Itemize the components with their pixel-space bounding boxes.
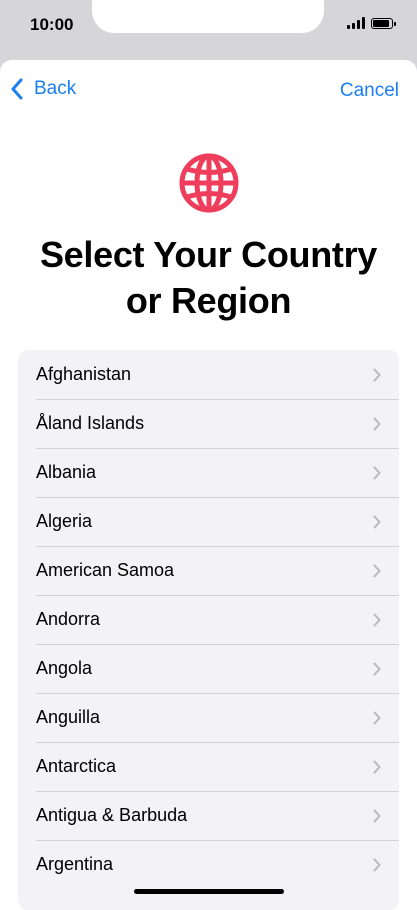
chevron-right-icon bbox=[373, 809, 381, 823]
status-icons bbox=[347, 16, 396, 30]
chevron-right-icon bbox=[373, 417, 381, 431]
country-row[interactable]: Angola bbox=[18, 644, 399, 693]
chevron-right-icon bbox=[373, 368, 381, 382]
status-time: 10:00 bbox=[30, 15, 74, 34]
country-row[interactable]: Albania bbox=[18, 448, 399, 497]
country-label: Afghanistan bbox=[36, 364, 132, 384]
title-line-1: Select Your Country bbox=[39, 234, 378, 275]
battery-icon bbox=[371, 17, 396, 29]
home-indicator[interactable] bbox=[134, 889, 284, 894]
chevron-right-icon bbox=[373, 466, 381, 480]
country-label: Albania bbox=[36, 462, 97, 482]
country-row[interactable]: Afghanistan bbox=[18, 350, 399, 399]
country-label: American Samoa bbox=[36, 560, 175, 580]
page-title: Select Your Country or Region bbox=[0, 232, 417, 324]
chevron-right-icon bbox=[373, 711, 381, 725]
country-label: Antigua & Barbuda bbox=[36, 805, 188, 825]
country-label: Angola bbox=[36, 658, 93, 678]
cancel-button[interactable]: Cancel bbox=[340, 80, 399, 102]
chevron-right-icon bbox=[373, 515, 381, 529]
country-label: Antarctica bbox=[36, 756, 117, 776]
country-list[interactable]: Afghanistan Åland Islands Albania Algeria Am… bbox=[18, 350, 399, 910]
back-button[interactable]: Back bbox=[10, 78, 76, 100]
status-bar: 10:00 bbox=[0, 0, 417, 50]
cellular-signal-icon bbox=[347, 17, 365, 29]
chevron-right-icon bbox=[373, 760, 381, 774]
country-label: Andorra bbox=[36, 609, 101, 629]
country-row[interactable]: Åland Islands bbox=[18, 399, 399, 448]
country-row[interactable]: Antarctica bbox=[18, 742, 399, 791]
country-row[interactable]: Antigua & Barbuda bbox=[18, 791, 399, 840]
chevron-left-icon bbox=[11, 78, 23, 100]
back-label: Back bbox=[34, 78, 77, 99]
country-row[interactable]: American Samoa bbox=[18, 546, 399, 595]
title-line-2: or Region bbox=[125, 280, 292, 321]
chevron-right-icon bbox=[373, 564, 381, 578]
setup-sheet: Back Cancel Select Your Country or Regio… bbox=[0, 60, 417, 910]
country-label: Algeria bbox=[36, 511, 93, 531]
country-label: Anguilla bbox=[36, 707, 101, 727]
chevron-right-icon bbox=[373, 613, 381, 627]
country-row[interactable]: Algeria bbox=[18, 497, 399, 546]
country-label: Argentina bbox=[36, 854, 114, 874]
country-label: Åland Islands bbox=[36, 413, 145, 433]
country-row[interactable]: Argentina bbox=[18, 840, 399, 889]
chevron-right-icon bbox=[373, 858, 381, 872]
country-row[interactable]: Andorra bbox=[18, 595, 399, 644]
country-row[interactable]: Anguilla bbox=[18, 693, 399, 742]
globe-icon bbox=[178, 152, 240, 214]
chevron-right-icon bbox=[373, 662, 381, 676]
navigation-bar: Back Cancel bbox=[0, 78, 417, 108]
